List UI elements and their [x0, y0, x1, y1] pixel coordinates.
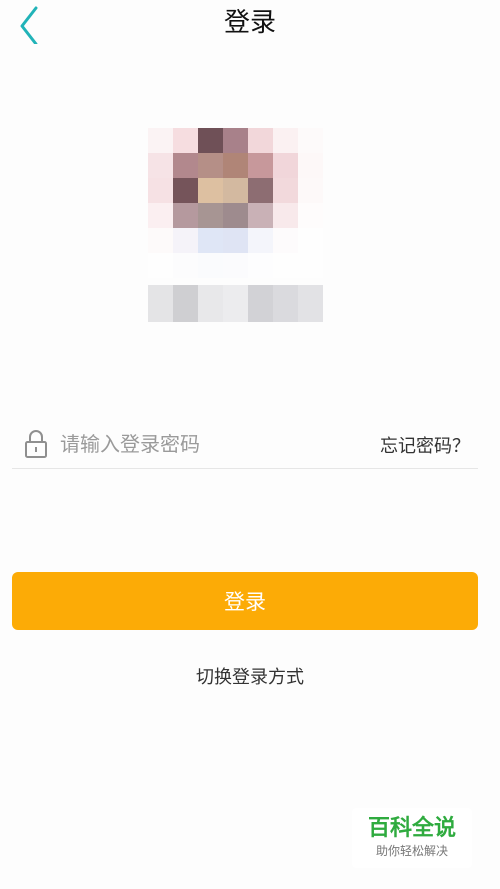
page-title: 登录	[223, 8, 276, 38]
pixelated-username	[148, 285, 323, 322]
password-row: 忘记密码？	[12, 420, 478, 469]
watermark-title: 百科全说	[367, 816, 456, 841]
avatar[interactable]	[148, 128, 323, 278]
nav-bar: 登录	[0, 0, 500, 46]
lock-icon	[24, 429, 48, 459]
pixelated-avatar	[148, 128, 323, 278]
switch-login-method-link[interactable]: 切换登录方式	[0, 663, 500, 689]
login-page: 登录 忘记密码？ 登录 切换登录方式 百科全说 助你轻松解决	[0, 0, 500, 889]
forgot-password-link[interactable]: 忘记密码？	[380, 432, 470, 458]
watermark-subtitle: 助你轻松解决	[375, 844, 448, 858]
password-input[interactable]	[60, 426, 360, 462]
login-button[interactable]: 登录	[12, 572, 478, 630]
watermark: 百科全说 助你轻松解决	[352, 808, 472, 868]
